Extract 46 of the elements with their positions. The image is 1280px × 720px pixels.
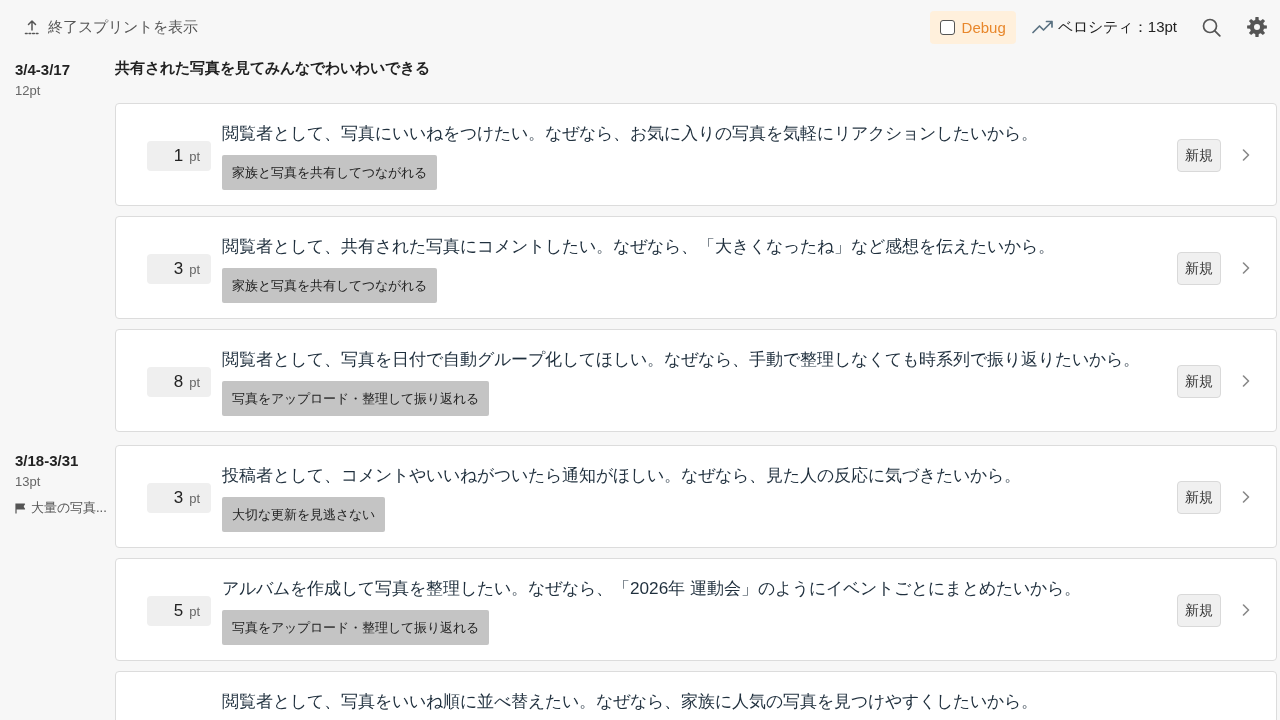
- chevron-right-icon[interactable]: [1242, 375, 1250, 387]
- story-card[interactable]: 5 pt アルバムを作成して写真を整理したい。なぜなら、「2026年 運動会」のようにイベントごとにまとめたいから。 写真をアップロード・整理して振り返れる 新規: [115, 558, 1277, 661]
- sprint-goal: 大量の写真...: [31, 499, 107, 517]
- chevron-right-icon[interactable]: [1242, 604, 1250, 616]
- status-badge[interactable]: 新規: [1177, 594, 1221, 627]
- upload-icon: [24, 19, 40, 35]
- chevron-right-icon[interactable]: [1242, 262, 1250, 274]
- epic-tag: 写真をアップロード・整理して振り返れる: [222, 610, 489, 645]
- chevron-right-icon[interactable]: [1242, 491, 1250, 503]
- sprint-dates: 3/18-3/31: [15, 451, 79, 471]
- status-badge[interactable]: 新規: [1177, 139, 1221, 172]
- story-title: 閲覧者として、共有された写真にコメントしたい。なぜなら、「大きくなったね」など感想を伝えたいから。: [222, 235, 1055, 258]
- story-title: 投稿者として、コメントやいいねがついたら通知がほしい。なぜなら、見た人の反応に気づきたいから。: [222, 464, 1021, 487]
- story-title: 閲覧者として、写真にいいねをつけたい。なぜなら、お気に入りの写真を気軽にリアクションしたいから。: [222, 122, 1038, 145]
- points-field[interactable]: 8 pt: [147, 367, 211, 397]
- velocity-label: ベロシティ：13pt: [1057, 17, 1177, 37]
- points-field[interactable]: 3 pt: [147, 254, 211, 284]
- sprint-points: 12pt: [15, 82, 41, 100]
- sprint-points: 13pt: [15, 473, 41, 491]
- story-card[interactable]: 3 pt 閲覧者として、共有された写真にコメントしたい。なぜなら、「大きくなったね」など感想を伝えたいから。 家族と写真を共有してつながれる 新規: [115, 216, 1277, 319]
- story-title: 閲覧者として、写真を日付で自動グループ化してほしい。なぜなら、手動で整理しなくても時系列で振り返りたいから。: [222, 348, 1140, 371]
- sprint-goal-title: 共有された写真を見てみんなでわいわいできる: [115, 58, 431, 78]
- story-card[interactable]: 8 pt 閲覧者として、写真を日付で自動グループ化してほしい。なぜなら、手動で整理しなくても時系列で振り返りたいから。 写真をアップロード・整理して振り返れる 新規: [115, 329, 1277, 432]
- story-card[interactable]: 3 pt 投稿者として、コメントやいいねがついたら通知がほしい。なぜなら、見た人の反応に気づきたいから。 大切な更新を見逃さない 新規: [115, 445, 1277, 548]
- epic-tag: 写真をアップロード・整理して振り返れる: [222, 381, 489, 416]
- epic-tag: 家族と写真を共有してつながれる: [222, 155, 437, 190]
- status-badge[interactable]: 新規: [1177, 252, 1221, 285]
- points-field[interactable]: 5 pt: [147, 596, 211, 626]
- status-badge[interactable]: 新規: [1177, 481, 1221, 514]
- checkbox[interactable]: [939, 19, 955, 35]
- story-card[interactable]: 閲覧者として、写真をいいね順に並べ替えたい。なぜなら、家族に人気の写真を見つけやすくしたいから。: [115, 671, 1277, 720]
- story-title: 閲覧者として、写真をいいね順に並べ替えたい。なぜなら、家族に人気の写真を見つけやすくしたいから。: [222, 690, 1038, 713]
- settings-icon[interactable]: [1247, 17, 1267, 37]
- search-icon[interactable]: [1202, 17, 1221, 37]
- show-finished-sprints-button[interactable]: 終了スプリントを表示: [24, 17, 198, 37]
- chevron-right-icon[interactable]: [1242, 149, 1250, 161]
- trend-up-icon: [1031, 20, 1054, 34]
- sprint-dates: 3/4-3/17: [15, 60, 71, 80]
- points-field[interactable]: 3 pt: [147, 483, 211, 513]
- epic-tag: 家族と写真を共有してつながれる: [222, 268, 437, 303]
- points-field[interactable]: 1 pt: [147, 141, 211, 171]
- epic-tag: 大切な更新を見逃さない: [222, 497, 385, 532]
- status-badge[interactable]: 新規: [1177, 365, 1221, 398]
- story-card[interactable]: 1 pt 閲覧者として、写真にいいねをつけたい。なぜなら、お気に入りの写真を気軽にリアクションしたいから。 家族と写真を共有してつながれる 新規: [115, 103, 1277, 206]
- flag-icon: [15, 502, 26, 514]
- story-title: アルバムを作成して写真を整理したい。なぜなら、「2026年 運動会」のようにイベントごとにまとめたいから。: [222, 577, 1081, 600]
